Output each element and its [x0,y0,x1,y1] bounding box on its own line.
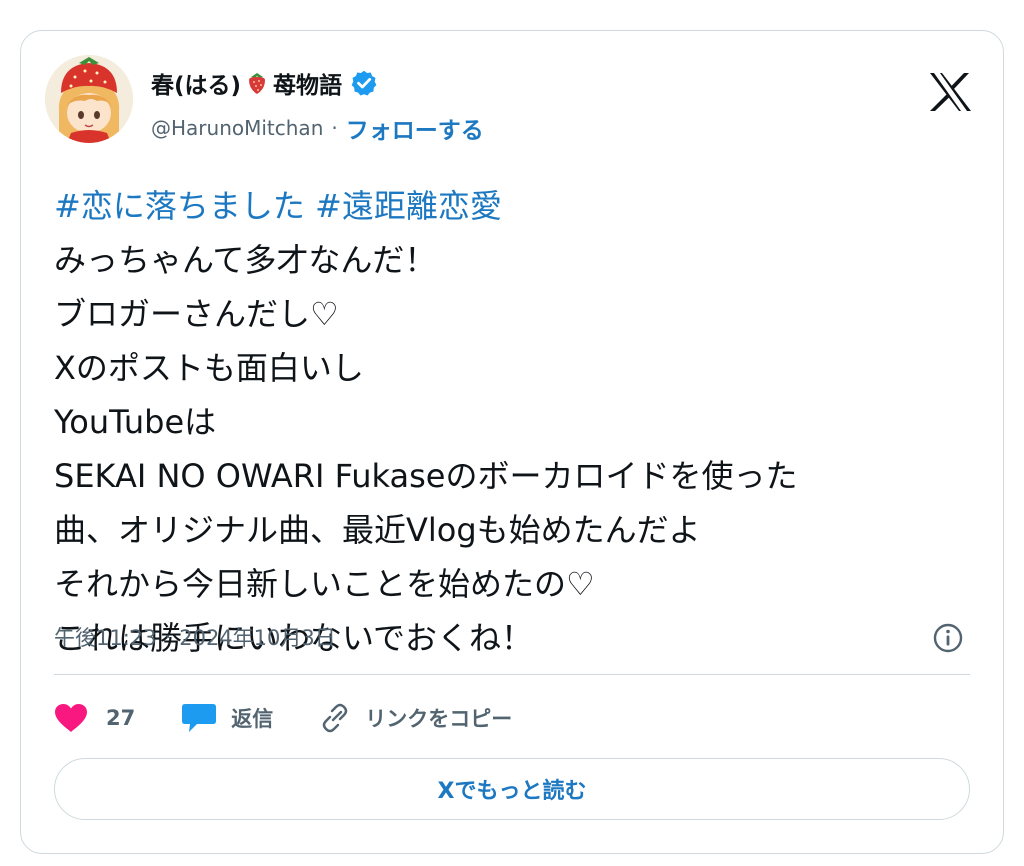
x-logo-icon[interactable] [927,71,973,113]
author-handle-row: @HarunoMitchan · フォローする [151,111,484,145]
copy-link-label: リンクをコピー [365,707,513,731]
post-date: 2024年10月3日 [179,626,336,650]
avatar[interactable] [45,55,133,143]
post-text-line: SEKAI NO OWARI Fukaseのボーカロイドを使った [54,457,798,495]
like-button[interactable]: 27 [54,703,135,733]
strawberry-icon [247,71,267,95]
author-display-name[interactable]: 春(はる) [151,66,241,100]
follow-button[interactable]: フォローする [346,111,484,145]
author-name-suffix[interactable]: 苺物語 [273,66,342,100]
post-text-line: それから今日新しいことを始めたの♡ [54,565,595,603]
post-text-line: YouTubeは [54,403,217,441]
post-text-line: 曲、オリジナル曲、最近Vlogも始めたんだよ [54,511,701,549]
avatar-image [45,55,133,143]
divider [54,674,970,675]
author-handle[interactable]: @HarunoMitchan [151,116,323,140]
info-icon[interactable] [931,621,965,655]
copy-link-button[interactable]: リンクをコピー [319,702,512,734]
like-count: 27 [106,706,136,730]
hashtag-link[interactable]: #恋に落ちました [54,187,305,225]
hashtag-line: #恋に落ちました #遠距離恋愛 [54,179,984,233]
post-text-line: Xのポストも面白いし [54,349,364,387]
hashtag-link[interactable]: #遠距離恋愛 [315,187,502,225]
reply-label: 返信 [231,707,274,731]
read-more-on-x-button[interactable]: Xでもっと読む [54,758,970,820]
post-time: 午後11:23 [54,626,157,650]
post-text-line: みっちゃんて多才なんだ！ [54,241,437,279]
embedded-post-card: 春(はる) 苺物語 @HarunoMitchan · フォローする #恋に落ちま… [20,30,1004,854]
post-text: #恋に落ちました #遠距離恋愛 みっちゃんて多才なんだ！ ブロガーさんだし♡ X… [54,179,984,665]
speech-bubble-icon [182,704,217,732]
post-text-line: ブロガーさんだし♡ [54,295,339,333]
author-name-row: 春(はる) 苺物語 [151,63,378,103]
post-timestamp[interactable]: 午後11:23 · 2024年10月3日 [54,622,336,652]
separator-dot: · [331,116,338,140]
heart-icon [55,704,87,732]
verified-badge-icon[interactable] [350,69,378,97]
action-bar: 27 返信 リンクをコピー [54,696,558,740]
link-icon [323,703,348,733]
separator-dot: · [164,625,172,649]
reply-button[interactable]: 返信 [181,702,273,734]
